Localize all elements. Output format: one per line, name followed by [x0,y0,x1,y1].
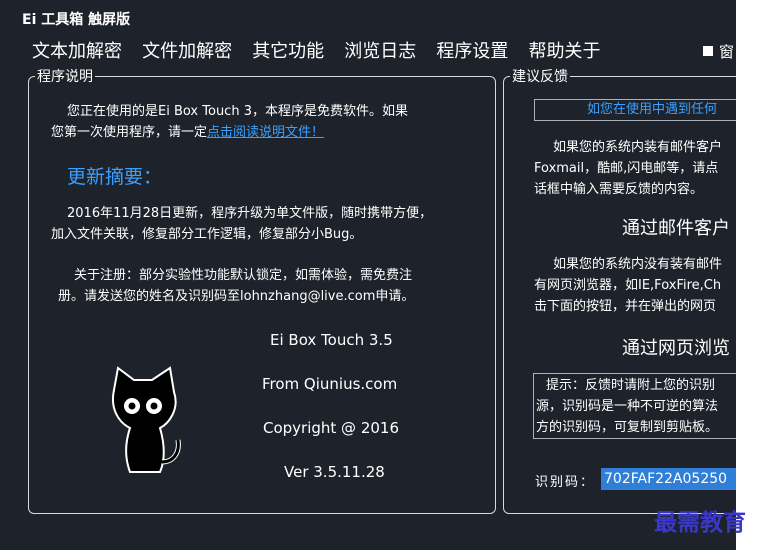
cat-mascot-icon [112,366,181,473]
from-site: From Qiunius.com [262,375,398,393]
menu-text-crypto[interactable]: 文本加解密 [32,37,122,63]
window-mode-label: 窗 [719,43,735,61]
menu-help-about[interactable]: 帮助关于 [528,37,600,63]
program-info-legend: 程序说明 [37,69,93,85]
web-line-1: 如果您的系统内没有装有邮件 [553,257,723,272]
watermark-text: 最需教育 [654,509,746,536]
menu-other-functions[interactable]: 其它功能 [252,37,324,63]
tip-line-2: 源，识别码是一种不可逆的算法 [536,399,719,414]
email-line-3: 话框中输入需要反馈的内容。 [534,182,704,197]
register-text: 关于注册：部分实验性功能默认锁定，如需体验，需免费注 册。请发送您的姓名及识别码… [58,265,414,307]
intro-text: 您正在使用的是Ei Box Touch 3，本程序是免费软件。如果 您第一次使用… [51,101,408,143]
app-name: Ei Box Touch 3.5 [270,331,393,349]
email-line-1: 如果您的系统内装有邮件客户 [553,140,723,155]
feedback-banner: 如您在使用中遇到任何 [534,99,736,121]
intro-line-2: 您第一次使用程序，请一定点击阅读说明文件！ [51,122,408,143]
intro-line-2-text: 您第一次使用程序，请一定 [51,125,208,140]
update-line-2: 加入文件关联，修复部分工作逻辑，修复部分小Bug。 [51,227,363,242]
intro-line-1: 您正在使用的是Ei Box Touch 3，本程序是免费软件。如果 [67,104,408,119]
window-title: Ei 工具箱 触屏版 [22,12,131,28]
window-mode-toggle[interactable]: 窗 [703,41,734,62]
copyright: Copyright @ 2016 [263,419,400,437]
tip-line-1: 提示：反馈时请附上您的识别 [546,378,716,393]
register-line-1: 关于注册：部分实验性功能默认锁定，如需体验，需免费注 [74,268,413,283]
checkbox-icon[interactable] [703,46,713,56]
main-menu: 文本加解密 文件加解密 其它功能 浏览日志 程序设置 帮助关于 [32,37,600,63]
web-line-2: 有网页浏览器，如IE,FoxFire,Ch [534,278,722,293]
email-line-2: Foxmail，酷邮,闪电邮等，请点 [534,161,719,176]
menu-browse-log[interactable]: 浏览日志 [344,37,416,63]
menu-settings[interactable]: 程序设置 [436,37,508,63]
update-line-1: 2016年11月28日更新，程序升级为单文件版，随时携带方便， [67,206,433,221]
update-text: 2016年11月28日更新，程序升级为单文件版，随时携带方便， 加入文件关联，修… [51,203,433,245]
readme-link[interactable]: 点击阅读说明文件！ [207,125,324,140]
version: Ver 3.5.11.28 [284,463,385,481]
update-heading: 更新摘要： [67,166,163,188]
id-code-label: 识别码： [535,475,596,490]
web-browser-button[interactable]: 通过网页浏览 [622,334,730,360]
email-client-button[interactable]: 通过邮件客户 [622,214,730,240]
register-line-2: 册。请发送您的姓名及识别码至lohnzhang@live.com申请。 [58,289,415,304]
menu-file-crypto[interactable]: 文件加解密 [142,37,232,63]
app-window: Ei 工具箱 触屏版 文本加解密 文件加解密 其它功能 浏览日志 程序设置 帮助… [0,0,736,550]
tip-box: 提示：反馈时请附上您的识别 源，识别码是一种不可逆的算法 方的识别码，可复制到剪… [533,373,736,439]
tip-line-3: 方的识别码，可复制到剪贴板。 [536,420,719,435]
web-line-3: 击下面的按钮，并在弹出的网页 [534,299,717,314]
feedback-legend: 建议反馈 [512,69,568,85]
id-code-field[interactable]: 702FAF22A05250 [601,468,736,490]
